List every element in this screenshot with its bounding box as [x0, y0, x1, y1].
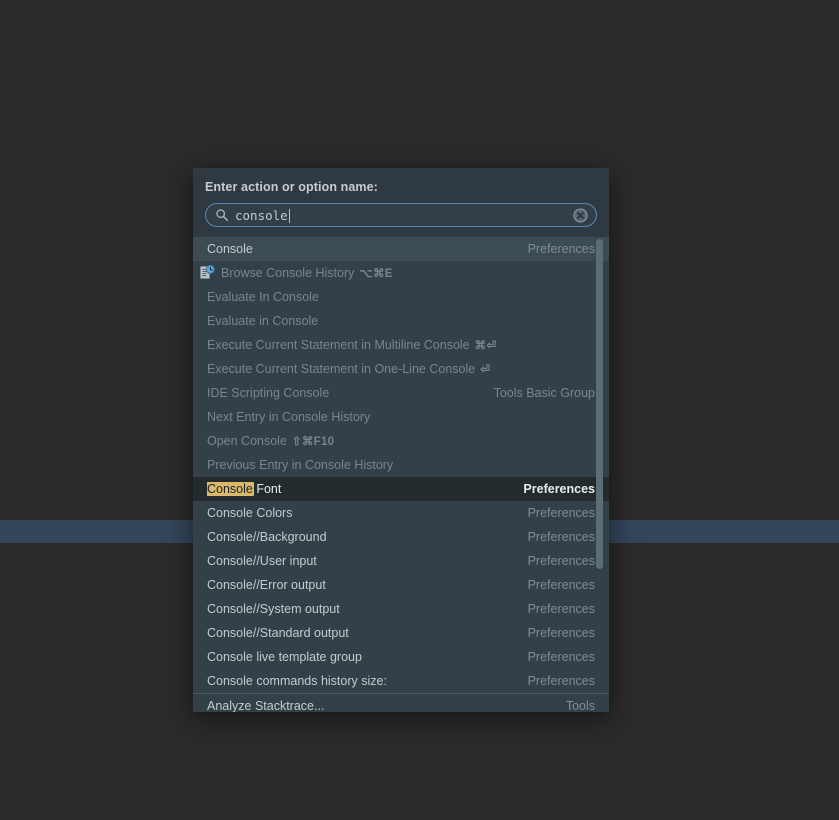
- result-row-label: Console: [207, 242, 253, 256]
- result-row-label: Next Entry in Console History: [207, 410, 371, 424]
- shortcut-hint: ⌥⌘E: [359, 268, 393, 280]
- search-input-text[interactable]: console: [235, 208, 573, 223]
- result-row[interactable]: Execute Current Statement in One-Line Co…: [193, 357, 609, 381]
- result-row-label: Evaluate in Console: [207, 314, 319, 328]
- result-row-group: Tools: [565, 698, 595, 713]
- search-field[interactable]: console: [205, 203, 597, 227]
- result-row[interactable]: Open Console ⇧⌘F10: [193, 429, 609, 453]
- result-row[interactable]: Console Preferences: [193, 237, 609, 261]
- result-row[interactable]: Console//User input Preferences: [193, 549, 609, 573]
- result-row[interactable]: Execute Current Statement in Multiline C…: [193, 333, 609, 357]
- result-row-label: Analyze Stacktrace...: [207, 698, 325, 713]
- result-row-label: Console commands history size:: [207, 674, 387, 688]
- search-input-value: console: [235, 207, 288, 223]
- result-row-group: Preferences: [527, 626, 595, 640]
- result-row-label: Console//Error output: [207, 578, 326, 592]
- result-row-label: IDE Scripting Console: [207, 386, 330, 400]
- results-scrollbar-thumb[interactable]: [596, 239, 603, 569]
- shortcut-hint: ⇧⌘F10: [291, 436, 335, 448]
- result-row-group: Preferences: [527, 554, 595, 568]
- result-row-group: Preferences: [527, 650, 595, 664]
- result-row-label: Execute Current Statement in One-Line Co…: [207, 362, 491, 376]
- result-row-label: Console//Standard output: [207, 626, 349, 640]
- result-row-label: Evaluate In Console: [207, 290, 319, 304]
- result-row-group: Preferences: [527, 506, 595, 520]
- console-history-icon: [200, 265, 215, 279]
- result-row[interactable]: Console//Background Preferences: [193, 525, 609, 549]
- text-caret: [288, 208, 291, 223]
- results-list[interactable]: Console Preferences Browse Console History…: [193, 237, 609, 712]
- result-row-label: Console//System output: [207, 602, 340, 616]
- result-row-label: Browse Console History ⌥⌘E: [221, 266, 393, 280]
- result-row-group: Preferences: [523, 482, 595, 496]
- result-row[interactable]: Console//System output Preferences: [193, 597, 609, 621]
- result-row-label: Console//User input: [207, 554, 317, 568]
- result-row[interactable]: Console//Standard output Preferences: [193, 621, 609, 645]
- result-row-group: Preferences: [527, 242, 595, 256]
- results-scrollbar-track[interactable]: [596, 237, 606, 712]
- result-row-group: Preferences: [527, 674, 595, 688]
- result-row-label: Open Console ⇧⌘F10: [207, 434, 335, 448]
- result-row-group: Preferences: [527, 578, 595, 592]
- shortcut-hint: ⌘⏎: [474, 340, 497, 352]
- result-row[interactable]: Console commands history size: Preference…: [193, 669, 609, 693]
- result-row-group: Preferences: [527, 602, 595, 616]
- result-row[interactable]: Console live template group Preferences: [193, 645, 609, 669]
- dialog-header: Enter action or option name: console: [193, 168, 609, 237]
- find-action-dialog: Enter action or option name: console Con…: [193, 168, 609, 712]
- result-row-label: Previous Entry in Console History: [207, 458, 394, 472]
- result-row[interactable]: Evaluate in Console: [193, 309, 609, 333]
- match-highlight: Console: [207, 482, 254, 496]
- result-row-label: Console Font: [207, 482, 282, 496]
- result-row[interactable]: Next Entry in Console History: [193, 405, 609, 429]
- result-row[interactable]: Evaluate In Console: [193, 285, 609, 309]
- result-row[interactable]: Analyze Stacktrace... Tools: [193, 693, 609, 712]
- search-icon: [216, 209, 229, 222]
- result-row[interactable]: Console Font Preferences: [193, 477, 609, 501]
- shortcut-hint: ⏎: [480, 364, 491, 376]
- result-row[interactable]: IDE Scripting Console Tools Basic Group: [193, 381, 609, 405]
- dialog-title: Enter action or option name:: [205, 180, 378, 194]
- result-row[interactable]: Browse Console History ⌥⌘E: [193, 261, 609, 285]
- result-row-label: Execute Current Statement in Multiline C…: [207, 338, 497, 352]
- result-row-label: Console live template group: [207, 650, 362, 664]
- result-row[interactable]: Console Colors Preferences: [193, 501, 609, 525]
- clear-circle-icon[interactable]: [573, 207, 588, 223]
- result-row-label: Console//Background: [207, 530, 327, 544]
- result-row-label: Console Colors: [207, 506, 293, 520]
- result-row-group: Preferences: [527, 530, 595, 544]
- result-row[interactable]: Previous Entry in Console History: [193, 453, 609, 477]
- result-row-group: Tools Basic Group: [493, 386, 595, 400]
- screen: Enter action or option name: console Con…: [0, 0, 839, 820]
- result-row[interactable]: Console//Error output Preferences: [193, 573, 609, 597]
